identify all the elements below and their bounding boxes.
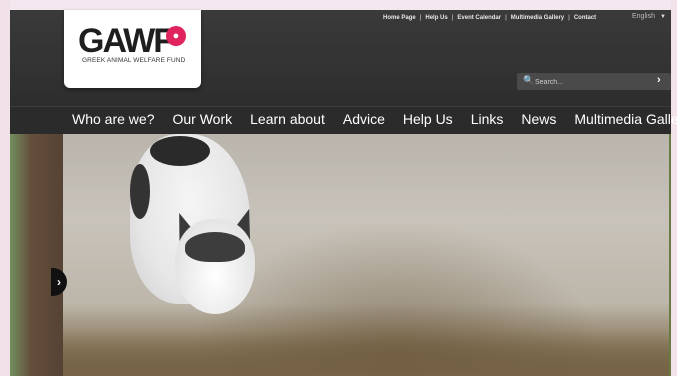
nav-item-links[interactable]: Links [471, 111, 504, 127]
language-selector[interactable]: English ▼ [632, 13, 666, 20]
site-logo[interactable]: GAWF ● GREEK ANIMAL WELFARE FUND [64, 10, 201, 88]
language-label: English [632, 13, 655, 20]
separator: | [568, 15, 570, 21]
cat-spot [130, 164, 150, 219]
logo-subtitle: GREEK ANIMAL WELFARE FUND [82, 57, 186, 64]
paw-icon: ● [166, 26, 186, 46]
cat-spot [150, 136, 210, 166]
nav-item-help-us[interactable]: Help Us [403, 111, 453, 127]
cat-mask [185, 232, 245, 262]
separator: | [451, 15, 454, 21]
utility-link-help-us[interactable]: Help Us [425, 15, 447, 21]
nav-item-news[interactable]: News [521, 111, 556, 127]
hero-side-panel [10, 134, 63, 376]
search-submit-button[interactable]: › [657, 74, 661, 86]
utility-link-contact[interactable]: Contact [574, 15, 596, 21]
page-frame-left [0, 0, 10, 376]
nav-item-multimedia-gallery[interactable]: Multimedia Gallery [574, 111, 677, 127]
nav-item-who-are-we[interactable]: Who are we? [72, 111, 154, 127]
separator: | [505, 15, 507, 21]
utility-nav: Home Page | Help Us | Event Calendar | M… [383, 15, 596, 21]
hero-slider [10, 134, 671, 376]
main-nav: Who are we? Our Work Learn about Advice … [10, 106, 677, 134]
top-strip [0, 0, 677, 10]
nav-item-advice[interactable]: Advice [343, 111, 385, 127]
hero-edge [669, 134, 671, 376]
page-frame-right [671, 0, 677, 376]
search-box: 🔍 › [517, 73, 671, 90]
chevron-right-icon: › [57, 275, 61, 289]
utility-link-multimedia-gallery[interactable]: Multimedia Gallery [511, 15, 564, 21]
chevron-down-icon: ▼ [659, 14, 666, 20]
logo-wordmark: GAWF [78, 22, 174, 60]
utility-link-home[interactable]: Home Page [383, 15, 416, 21]
separator: | [419, 15, 422, 21]
nav-item-learn-about[interactable]: Learn about [250, 111, 325, 127]
nav-item-our-work[interactable]: Our Work [172, 111, 232, 127]
hero-puddle [63, 330, 671, 376]
search-input[interactable] [533, 75, 657, 90]
site-header: GAWF ● GREEK ANIMAL WELFARE FUND Home Pa… [10, 10, 671, 106]
utility-link-event-calendar[interactable]: Event Calendar [457, 15, 501, 21]
